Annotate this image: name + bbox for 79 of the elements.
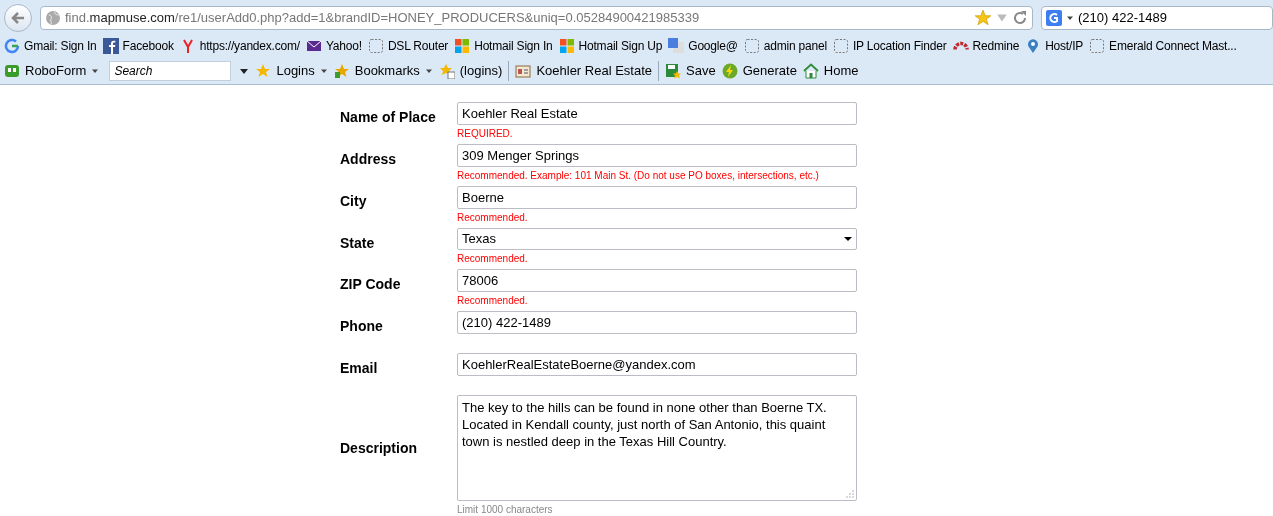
back-button[interactable] — [4, 4, 32, 32]
translate-icon — [668, 37, 685, 54]
arc-icon — [952, 40, 969, 51]
field-label: State — [340, 233, 375, 253]
toolbar-button[interactable]: Save — [665, 61, 716, 81]
bookmark-item[interactable]: Hotmail Sign In — [454, 36, 553, 55]
description-text: The key to the hills can be found in none other than Boerne TX. Located in Kendall county, just north of San Antonio, this quaint town is nestled deep in the Texas Hill Country. — [462, 400, 827, 449]
google-icon — [1046, 10, 1062, 26]
field-note: Recommended. Example: 101 Main St. (Do not use PO boxes, intersections, etc.) — [457, 169, 820, 182]
field-label: City — [340, 191, 367, 211]
search-field[interactable]: Search — [109, 61, 232, 81]
bookmark-item[interactable]: Yahoo! — [305, 36, 362, 55]
page-icon — [1089, 37, 1106, 54]
field-note: Recommended. — [457, 252, 529, 265]
dropdown-icon[interactable] — [239, 66, 250, 76]
bookmark-item[interactable]: Facebook — [102, 36, 174, 55]
caret-icon — [1066, 14, 1074, 22]
text-field[interactable]: Boerne — [457, 186, 857, 209]
field-label: Address — [340, 149, 397, 169]
field-label: Description — [340, 438, 417, 458]
toolbar-button[interactable]: Koehler Real Estate — [515, 61, 652, 81]
back-arrow-icon — [10, 10, 26, 26]
field-label: ZIP Code — [340, 274, 401, 294]
state-dropdown[interactable]: Texas — [457, 228, 857, 250]
star-list-icon — [438, 63, 455, 79]
text-field[interactable]: KoehlerRealEstateBoerne@yandex.com — [457, 353, 857, 376]
home-icon — [802, 63, 819, 79]
text-field[interactable]: Koehler Real Estate — [457, 102, 857, 125]
field-note: Limit 1000 characters — [457, 503, 554, 516]
star-icon — [255, 63, 272, 79]
google-icon — [4, 37, 20, 54]
bookmark-item[interactable]: Redmine — [952, 36, 1020, 55]
caret-icon — [424, 67, 433, 75]
windows-icon — [454, 37, 471, 54]
reload-icon[interactable] — [1012, 10, 1028, 26]
field-note: REQUIRED. — [457, 127, 514, 140]
bookmark-item[interactable]: Google@ — [668, 36, 738, 55]
bookmark-item[interactable]: https://yandex.com/ — [179, 36, 300, 55]
bookmark-item[interactable]: Gmail: Sign In — [4, 36, 97, 55]
toolbar-button[interactable]: RoboForm — [4, 61, 100, 81]
text-field[interactable]: (210) 422-1489 — [457, 311, 857, 334]
roboform-icon — [4, 63, 20, 79]
field-note: Recommended. — [457, 211, 529, 224]
page-icon — [367, 37, 384, 54]
address-bar[interactable]: find.mapmuse.com/re1/userAdd0.php?add=1&brandID=HONEY_PRODUCERS&uniq=0.05284900421985339 — [40, 6, 1033, 30]
bookmark-item[interactable]: IP Location Finder — [832, 36, 947, 55]
bookmark-item[interactable]: admin panel — [743, 36, 827, 55]
resize-grip-icon[interactable] — [846, 490, 854, 498]
id-card-icon — [515, 63, 532, 79]
text-field[interactable]: 309 Menger Springs — [457, 144, 857, 167]
lightning-icon — [721, 63, 738, 79]
search-text: (210) 422-1489 — [1078, 9, 1167, 28]
facebook-icon — [102, 37, 119, 54]
toolbar-button[interactable]: Logins — [255, 61, 328, 81]
page-icon — [832, 37, 849, 54]
page-icon — [743, 37, 760, 54]
bookmark-item[interactable]: DSL Router — [367, 36, 449, 55]
caret-icon — [844, 235, 852, 243]
field-label: Email — [340, 358, 378, 378]
caret-icon — [319, 67, 328, 75]
field-label: Name of Place — [340, 107, 436, 127]
bookmark-item[interactable]: Hotmail Sign Up — [558, 36, 663, 55]
search-box[interactable]: (210) 422-1489 — [1041, 6, 1273, 30]
toolbar-button[interactable]: Home — [802, 61, 859, 81]
description-field[interactable]: The key to the hills can be found in none other than Boerne TX. Located in Kendall county, just north of San Antonio, this quaint town is nestled deep in the Texas Hill Country. — [457, 395, 857, 501]
text-field[interactable]: 78006 — [457, 269, 857, 292]
caret-icon — [91, 67, 100, 75]
field-note: Recommended. — [457, 294, 529, 307]
toolbar-button[interactable]: Bookmarks — [333, 61, 433, 81]
bookmark-item[interactable]: Host/IP — [1025, 36, 1084, 55]
star-icon — [333, 63, 350, 79]
bookmark-item[interactable]: Emerald Connect Mast... — [1089, 36, 1237, 55]
windows-icon — [558, 37, 575, 54]
toolbar-button[interactable]: Generate — [721, 61, 797, 81]
star-icon[interactable] — [974, 9, 992, 27]
toolbar-button[interactable]: (logins) — [438, 61, 503, 81]
field-label: Phone — [340, 316, 383, 336]
globe-icon — [45, 10, 61, 26]
url-text: find.mapmuse.com/re1/userAdd0.php?add=1&brandID=HONEY_PRODUCERS&uniq=0.05284900421985339 — [65, 9, 701, 28]
